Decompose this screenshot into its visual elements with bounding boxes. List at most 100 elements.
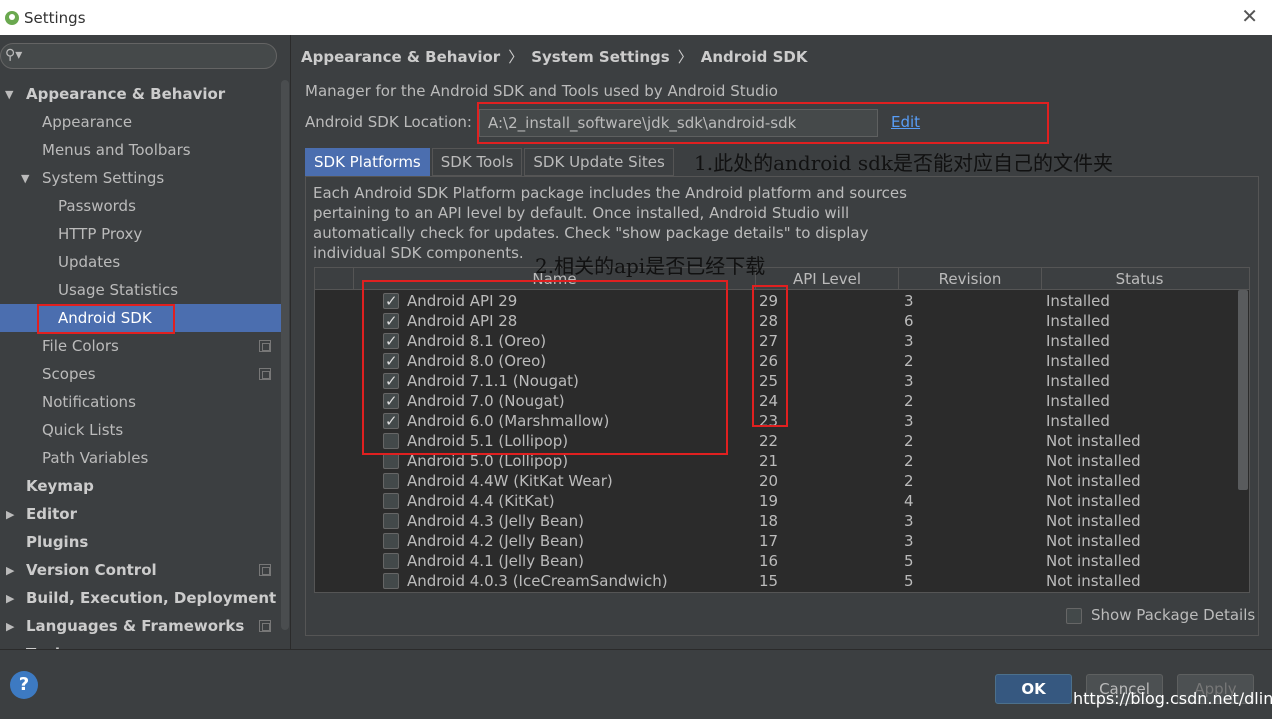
settings-sidebar: ⚲▾ ▼ Appearance & Behavior Appearance Me… bbox=[0, 35, 291, 649]
sidebar-item-version-control[interactable]: Version Control bbox=[26, 556, 157, 584]
checkbox[interactable] bbox=[383, 553, 399, 569]
sidebar-item-quick-lists[interactable]: Quick Lists bbox=[42, 416, 123, 444]
project-scope-icon bbox=[259, 368, 271, 380]
revision-cell: 3 bbox=[904, 372, 914, 390]
api-level-cell: 18 bbox=[759, 512, 779, 530]
annotation-text: 2.相关的api是否已经下载 bbox=[535, 254, 766, 278]
api-level-cell: 19 bbox=[759, 492, 779, 510]
table-row[interactable]: Android 4.0.3 (IceCreamSandwich) 15 5 Not i… bbox=[315, 571, 1237, 591]
checkbox[interactable] bbox=[383, 493, 399, 509]
api-level-cell: 20 bbox=[759, 472, 779, 490]
sidebar-item-scopes[interactable]: Scopes bbox=[42, 360, 96, 388]
table-row[interactable]: Android 4.2 (Jelly Bean) 17 3 Not installed bbox=[315, 531, 1237, 551]
table-row[interactable]: Android 4.3 (Jelly Bean) 18 3 Not installed bbox=[315, 511, 1237, 531]
chevron-down-icon[interactable]: ▼ bbox=[5, 88, 13, 101]
column-header-revision[interactable]: Revision bbox=[898, 268, 1041, 290]
status-cell: Installed bbox=[1046, 332, 1110, 350]
status-cell: Not installed bbox=[1046, 512, 1141, 530]
tab-sdk-platforms[interactable]: SDK Platforms bbox=[305, 148, 430, 176]
breadcrumb-separator: 〉 bbox=[677, 48, 693, 66]
checkbox[interactable] bbox=[383, 453, 399, 469]
breadcrumb: Appearance & Behavior 〉 System Settings 〉 An… bbox=[301, 46, 807, 67]
sidebar-item-languages-frameworks[interactable]: Languages & Frameworks bbox=[26, 612, 244, 640]
sidebar-item-tools[interactable]: Tools bbox=[26, 640, 69, 649]
breadcrumb-item: System Settings bbox=[531, 48, 670, 66]
sidebar-item-file-colors[interactable]: File Colors bbox=[42, 332, 119, 360]
api-level-cell: 17 bbox=[759, 532, 779, 550]
sidebar-item-http-proxy[interactable]: HTTP Proxy bbox=[58, 220, 142, 248]
search-input[interactable]: ⚲▾ bbox=[0, 43, 277, 69]
status-cell: Not installed bbox=[1046, 532, 1141, 550]
table-header-blank bbox=[315, 268, 353, 290]
tab-sdk-update-sites[interactable]: SDK Update Sites bbox=[524, 148, 674, 176]
ok-button[interactable]: OK bbox=[995, 674, 1072, 704]
name-cell: Android 4.4W (KitKat Wear) bbox=[407, 472, 613, 490]
api-level-cell: 15 bbox=[759, 572, 779, 590]
sidebar-item-appearance[interactable]: Appearance bbox=[42, 108, 132, 136]
chevron-right-icon[interactable]: ▶ bbox=[6, 564, 14, 577]
title-bar: Settings ✕ bbox=[0, 0, 1272, 35]
table-scrollbar[interactable] bbox=[1238, 290, 1248, 490]
name-cell: Android 4.3 (Jelly Bean) bbox=[407, 512, 584, 530]
sidebar-item-notifications[interactable]: Notifications bbox=[42, 388, 136, 416]
status-cell: Not installed bbox=[1046, 432, 1141, 450]
revision-cell: 2 bbox=[904, 352, 914, 370]
sidebar-item-system-settings[interactable]: System Settings bbox=[42, 164, 164, 192]
api-level-cell: 16 bbox=[759, 552, 779, 570]
search-icon: ⚲▾ bbox=[5, 47, 23, 63]
checkbox[interactable] bbox=[383, 533, 399, 549]
sidebar-scrollbar[interactable] bbox=[281, 80, 289, 630]
sidebar-item-plugins[interactable]: Plugins bbox=[26, 528, 88, 556]
status-cell: Installed bbox=[1046, 392, 1110, 410]
window-title: Settings bbox=[24, 8, 86, 27]
sidebar-item-usage-statistics[interactable]: Usage Statistics bbox=[58, 276, 178, 304]
watermark: https://blog.csdn.net/dling8 bbox=[1073, 689, 1272, 708]
revision-cell: 6 bbox=[904, 312, 914, 330]
sdk-location-label: Android SDK Location: bbox=[305, 113, 472, 131]
chevron-down-icon[interactable]: ▼ bbox=[21, 172, 29, 185]
dialog-footer bbox=[0, 649, 1272, 719]
sidebar-item-editor[interactable]: Editor bbox=[26, 500, 77, 528]
show-package-details-label: Show Package Details bbox=[1091, 606, 1256, 624]
revision-cell: 3 bbox=[904, 292, 914, 310]
annotation-highlight-box bbox=[477, 102, 1049, 144]
name-cell: Android 4.4 (KitKat) bbox=[407, 492, 555, 510]
status-cell: Installed bbox=[1046, 312, 1110, 330]
sidebar-item-menus-toolbars[interactable]: Menus and Toolbars bbox=[42, 136, 191, 164]
sidebar-item-appearance-behavior[interactable]: Appearance & Behavior bbox=[26, 80, 225, 108]
checkbox[interactable] bbox=[383, 513, 399, 529]
name-cell: Android 4.1 (Jelly Bean) bbox=[407, 552, 584, 570]
status-cell: Not installed bbox=[1046, 492, 1141, 510]
checkbox[interactable] bbox=[383, 473, 399, 489]
breadcrumb-item: Appearance & Behavior bbox=[301, 48, 501, 66]
page-description: Manager for the Android SDK and Tools us… bbox=[305, 82, 778, 100]
annotation-highlight-box bbox=[37, 304, 175, 334]
tab-sdk-tools[interactable]: SDK Tools bbox=[431, 148, 523, 176]
annotation-highlight-box bbox=[752, 285, 788, 427]
checkbox[interactable] bbox=[383, 573, 399, 589]
chevron-right-icon[interactable]: ▶ bbox=[6, 508, 14, 521]
revision-cell: 2 bbox=[904, 472, 914, 490]
help-icon[interactable]: ? bbox=[10, 671, 38, 699]
sidebar-item-path-variables[interactable]: Path Variables bbox=[42, 444, 148, 472]
table-row[interactable]: Android 4.4 (KitKat) 19 4 Not installed bbox=[315, 491, 1237, 511]
sidebar-item-keymap[interactable]: Keymap bbox=[26, 472, 94, 500]
status-cell: Installed bbox=[1046, 352, 1110, 370]
name-cell: Android 4.0.3 (IceCreamSandwich) bbox=[407, 572, 668, 590]
chevron-right-icon[interactable]: ▶ bbox=[6, 620, 14, 633]
android-studio-icon bbox=[5, 10, 19, 25]
sidebar-item-updates[interactable]: Updates bbox=[58, 248, 120, 276]
table-row[interactable]: Android 4.4W (KitKat Wear) 20 2 Not install… bbox=[315, 471, 1237, 491]
tab-bar: SDK Platforms SDK Tools SDK Update Sites bbox=[305, 148, 676, 176]
chevron-right-icon[interactable]: ▶ bbox=[6, 592, 14, 605]
column-header-status[interactable]: Status bbox=[1041, 268, 1237, 290]
checkbox[interactable] bbox=[1066, 608, 1082, 624]
close-icon[interactable]: ✕ bbox=[1241, 6, 1258, 26]
annotation-highlight-box bbox=[362, 280, 728, 455]
revision-cell: 4 bbox=[904, 492, 914, 510]
sidebar-item-passwords[interactable]: Passwords bbox=[58, 192, 136, 220]
project-scope-icon bbox=[259, 564, 271, 576]
table-row[interactable]: Android 4.1 (Jelly Bean) 16 5 Not installed bbox=[315, 551, 1237, 571]
sidebar-item-build-execution-deployment[interactable]: Build, Execution, Deployment bbox=[26, 584, 276, 612]
revision-cell: 5 bbox=[904, 572, 914, 590]
